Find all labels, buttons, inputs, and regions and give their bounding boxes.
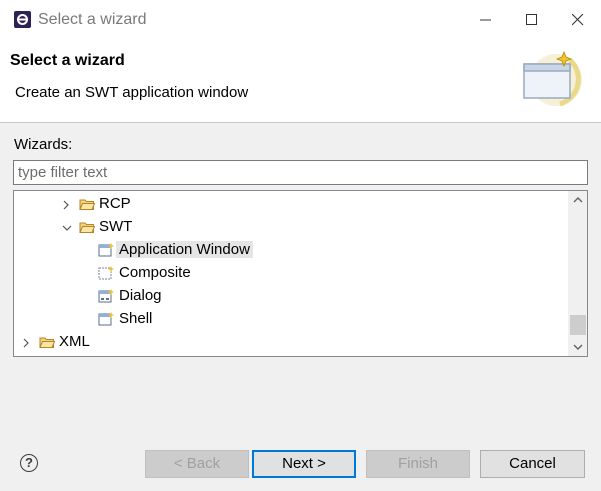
tree-item-label: RCP — [99, 195, 131, 212]
tree-item-label: Application Window — [116, 241, 253, 258]
tree-item-label: SWT — [99, 218, 133, 235]
tree-item-label: Dialog — [119, 287, 162, 304]
page-title: Select a wizard — [10, 52, 125, 69]
eclipse-app-icon — [13, 10, 32, 29]
scroll-up-arrow-icon[interactable] — [569, 191, 587, 209]
scroll-thumb[interactable] — [570, 315, 586, 335]
folder-open-icon — [79, 220, 96, 234]
chevron-right-icon[interactable] — [61, 198, 71, 210]
wizards-label: Wizards: — [14, 136, 73, 153]
wizard-tree: RCP SWT Application Window Composite Dia… — [13, 190, 588, 357]
window-wizard-icon — [98, 243, 114, 257]
maximize-button[interactable] — [509, 0, 555, 40]
wizard-header: Select a wizard Create an SWT applicatio… — [0, 40, 601, 123]
tree-item-label: XML — [59, 333, 90, 350]
back-button[interactable]: < Back — [145, 450, 249, 478]
composite-wizard-icon — [98, 266, 114, 280]
tree-scrollbar[interactable] — [568, 191, 587, 356]
button-bar: ? < Back Next > Finish Cancel — [0, 440, 601, 491]
page-description: Create an SWT application window — [15, 84, 249, 101]
wizard-banner-icon — [520, 46, 582, 108]
title-bar: Select a wizard — [0, 0, 601, 40]
scroll-down-arrow-icon[interactable] — [569, 338, 587, 356]
folder-icon — [79, 197, 96, 211]
close-button[interactable] — [555, 0, 601, 40]
window-title: Select a wizard — [38, 11, 147, 28]
cancel-button[interactable]: Cancel — [480, 450, 585, 478]
chevron-down-icon[interactable] — [61, 221, 72, 233]
shell-wizard-icon — [98, 312, 114, 326]
help-icon[interactable]: ? — [20, 454, 38, 472]
chevron-right-icon[interactable] — [21, 336, 31, 348]
tree-item-label: Shell — [119, 310, 153, 327]
filter-input[interactable] — [13, 160, 588, 185]
finish-button[interactable]: Finish — [366, 450, 470, 478]
minimize-button[interactable] — [463, 0, 509, 40]
tree-item-label: Composite — [119, 264, 191, 281]
dialog-wizard-icon — [98, 289, 114, 303]
next-button[interactable]: Next > — [252, 450, 356, 478]
folder-icon — [39, 335, 56, 349]
